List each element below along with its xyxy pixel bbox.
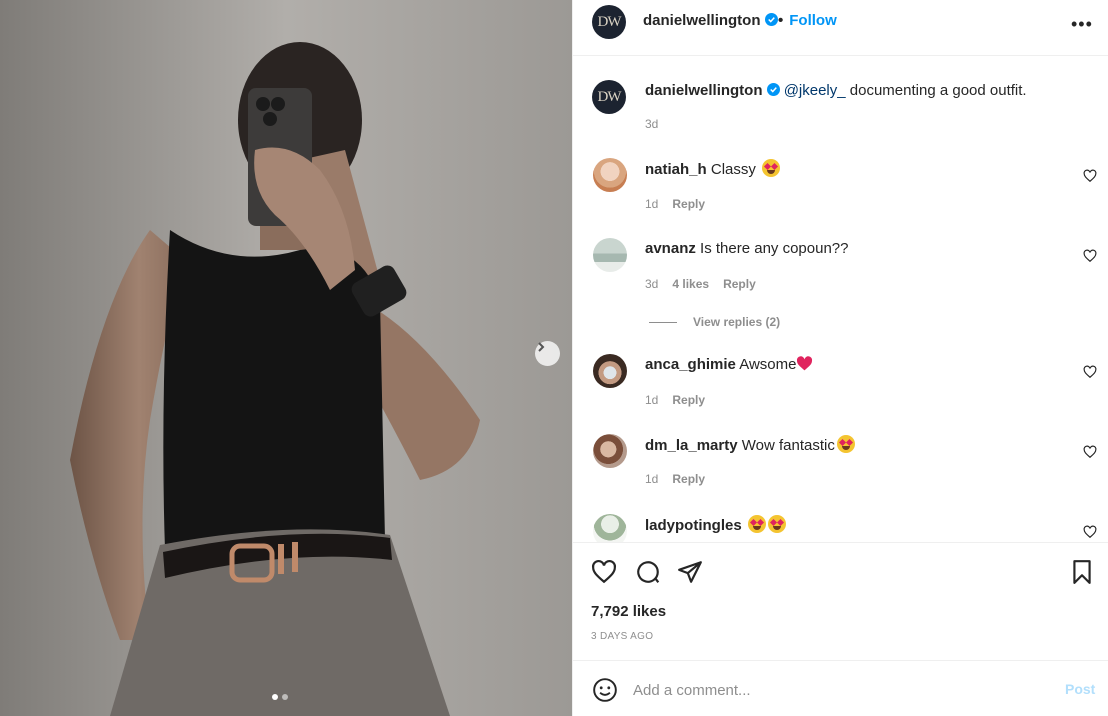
reply-button[interactable]: Reply — [672, 472, 705, 486]
carousel-dot — [282, 694, 288, 700]
comment-body: Classy — [710, 161, 761, 178]
commenter-avatar[interactable] — [593, 238, 627, 272]
save-bookmark-icon[interactable] — [1069, 559, 1095, 585]
carousel-indicator — [272, 694, 288, 700]
account-username[interactable]: danielwellington — [643, 12, 778, 29]
caption-mention[interactable]: @jkeely_ — [784, 82, 846, 99]
comment-likes[interactable]: 4 likes — [672, 277, 709, 291]
share-paper-plane-icon[interactable] — [677, 559, 703, 585]
comment-text: avnanz Is there any copoun?? — [645, 239, 848, 259]
post-actions: 7,792 likes 3 DAYS AGO — [573, 542, 1108, 660]
caption-username[interactable]: danielwellington — [645, 82, 763, 99]
comment-meta: 3d 4 likes Reply — [645, 277, 770, 291]
caption-time[interactable]: 3d — [645, 117, 658, 131]
like-comment-heart-icon[interactable] — [1083, 169, 1097, 183]
star-struck-emoji-icon — [767, 515, 786, 533]
chevron-right-icon — [538, 342, 545, 352]
comment-body: Awsome — [739, 356, 797, 373]
reply-button[interactable]: Reply — [672, 197, 705, 211]
verified-badge-icon — [764, 13, 778, 26]
like-comment-heart-icon[interactable] — [1083, 525, 1097, 539]
like-comment-heart-icon[interactable] — [1083, 365, 1097, 379]
star-struck-emoji-icon — [747, 515, 766, 533]
post-date[interactable]: 3 DAYS AGO — [591, 631, 653, 642]
comment-username[interactable]: natiah_h — [645, 161, 707, 178]
more-options-icon[interactable]: ••• — [1071, 14, 1093, 35]
comment-time[interactable]: 1d — [645, 393, 658, 407]
post-header: DW danielwellington • Follow ••• — [573, 0, 1108, 56]
separator-dot: • — [778, 12, 784, 29]
comment-time[interactable]: 1d — [645, 197, 658, 211]
post-image[interactable] — [0, 0, 572, 716]
view-replies-button[interactable]: View replies (2) — [649, 315, 780, 329]
comment-text: anca_ghimie Awsome — [645, 355, 813, 375]
comment-time[interactable]: 1d — [645, 472, 658, 486]
comments-list[interactable]: DW danielwellington @jkeely_ documenting… — [573, 57, 1108, 542]
account-avatar[interactable]: DW — [592, 5, 626, 39]
caption-text: danielwellington @jkeely_ documenting a … — [645, 81, 1027, 101]
comment-time[interactable]: 3d — [645, 277, 658, 291]
comment-meta: 1d Reply — [645, 393, 719, 407]
comment-input[interactable] — [633, 679, 1033, 701]
commenter-avatar[interactable] — [593, 514, 627, 542]
like-heart-icon[interactable] — [591, 559, 617, 585]
view-replies-line — [649, 322, 677, 324]
post-photo-illustration — [0, 0, 572, 716]
follow-button[interactable]: • Follow — [778, 12, 837, 29]
avatar-logo-text: DW — [597, 88, 622, 105]
reply-button[interactable]: Reply — [723, 277, 756, 291]
carousel-dot-active — [272, 694, 278, 700]
post-comment-button[interactable]: Post — [1065, 681, 1095, 697]
comment-body: Wow fantastic — [741, 437, 835, 454]
view-replies-label[interactable]: View replies (2) — [693, 315, 780, 329]
commenter-avatar[interactable] — [593, 434, 627, 468]
comment-text: dm_la_marty Wow fantastic — [645, 435, 855, 456]
avatar-logo-text: DW — [597, 13, 622, 30]
star-struck-emoji-icon — [762, 159, 781, 177]
comment-composer: Post — [573, 660, 1108, 716]
comment-username[interactable]: ladypotingles — [645, 517, 742, 534]
likes-count[interactable]: 7,792 likes — [591, 603, 666, 620]
next-slide-button[interactable] — [535, 341, 560, 366]
caption-meta: 3d — [645, 117, 672, 131]
comment-bubble-icon[interactable] — [635, 559, 661, 585]
star-struck-emoji-icon — [836, 435, 855, 453]
comment-text: natiah_h Classy — [645, 159, 781, 180]
comment-meta: 1d Reply — [645, 472, 719, 486]
comment-username[interactable]: anca_ghimie — [645, 356, 736, 373]
verified-badge-icon — [766, 83, 780, 96]
caption-avatar[interactable]: DW — [592, 80, 626, 114]
reply-button[interactable]: Reply — [672, 393, 705, 407]
commenter-avatar[interactable] — [593, 158, 627, 192]
commenter-avatar[interactable] — [593, 354, 627, 388]
comment-username[interactable]: dm_la_marty — [645, 437, 738, 454]
post-details-panel: DW danielwellington • Follow ••• DW danie… — [572, 0, 1108, 716]
comment-text: ladypotingles — [645, 515, 786, 536]
red-heart-emoji-icon — [797, 356, 813, 371]
username-text[interactable]: danielwellington — [643, 12, 761, 29]
caption-body: documenting a good outfit. — [845, 82, 1027, 99]
like-comment-heart-icon[interactable] — [1083, 445, 1097, 459]
follow-label[interactable]: Follow — [789, 12, 837, 29]
comment-meta: 1d Reply — [645, 197, 719, 211]
emoji-smile-icon[interactable] — [592, 677, 618, 703]
like-comment-heart-icon[interactable] — [1083, 249, 1097, 263]
comment-body: Is there any copoun?? — [700, 240, 849, 257]
comment-username[interactable]: avnanz — [645, 240, 696, 257]
